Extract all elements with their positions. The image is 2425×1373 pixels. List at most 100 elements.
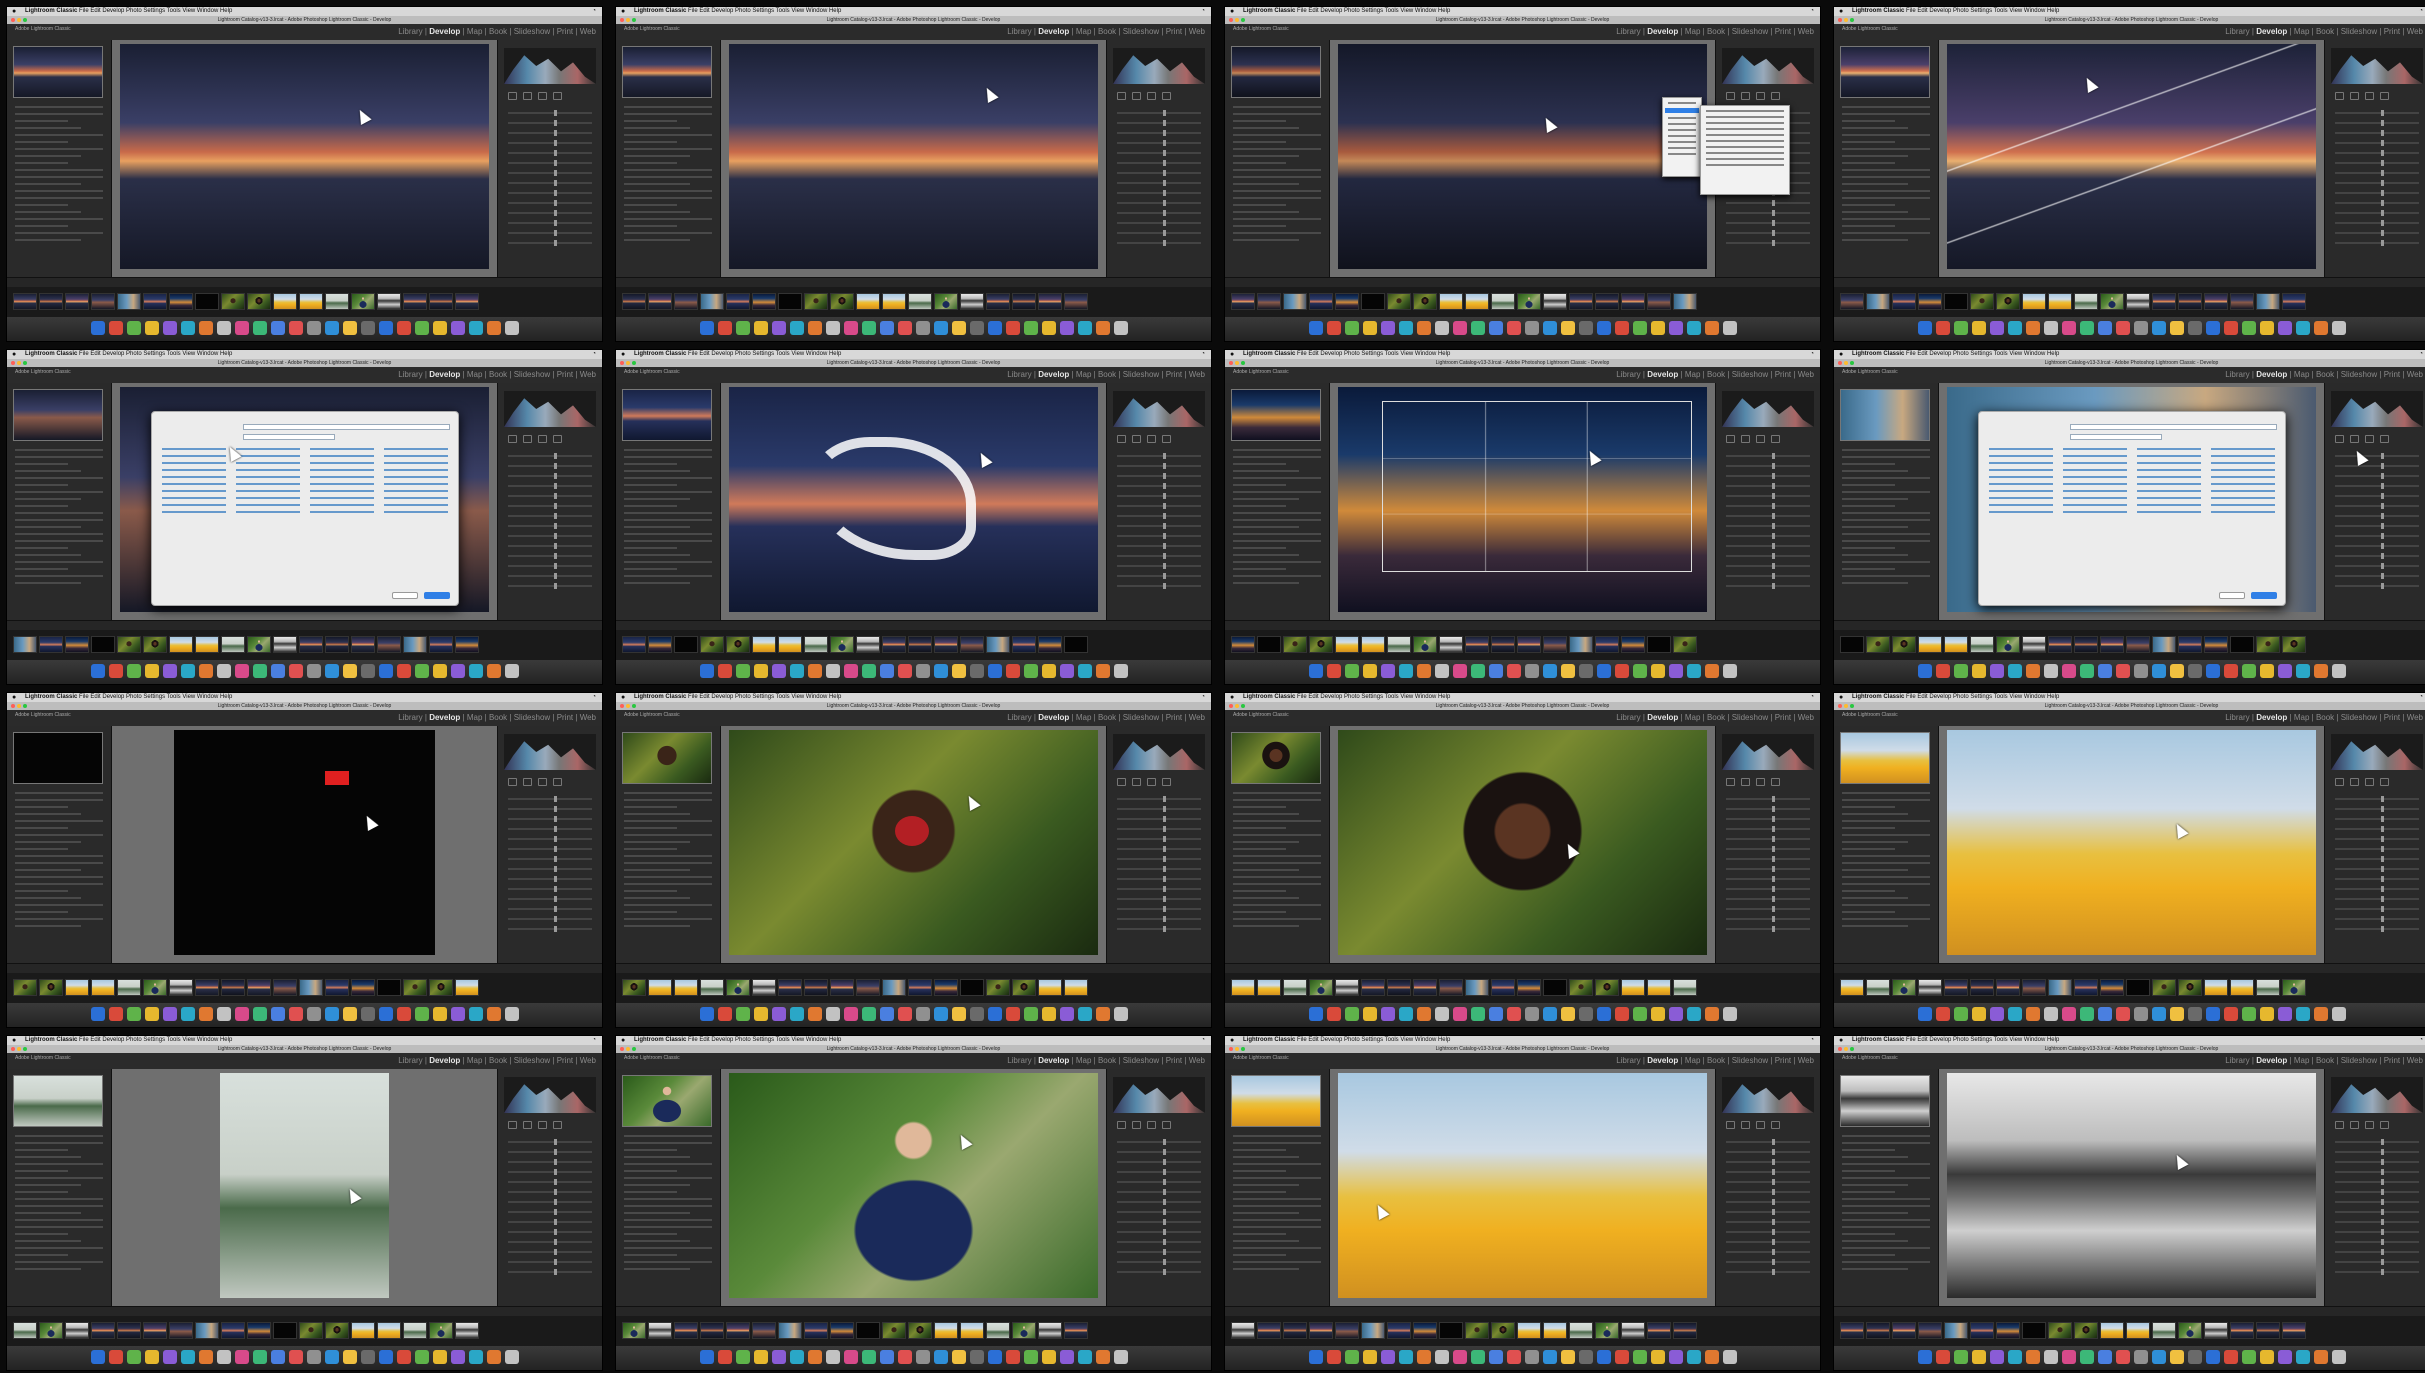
menu-file[interactable]: File bbox=[688, 694, 698, 700]
photo-pier-sunset[interactable] bbox=[120, 44, 489, 269]
dock-app-icon[interactable] bbox=[1542, 664, 1557, 678]
apple-icon[interactable]: ● bbox=[1839, 350, 1843, 359]
menu-file[interactable]: File bbox=[688, 1037, 698, 1043]
filmstrip-thumbnail[interactable] bbox=[1543, 636, 1567, 653]
masking-tool-icon[interactable] bbox=[2380, 1121, 2389, 1129]
menu-help[interactable]: Help bbox=[218, 8, 232, 14]
dock-app-icon[interactable] bbox=[270, 664, 285, 678]
filmstrip-thumbnail[interactable] bbox=[1892, 636, 1916, 653]
redeye-tool-icon[interactable] bbox=[2365, 778, 2374, 786]
menu-settings[interactable]: Settings bbox=[1360, 1037, 1383, 1043]
redeye-tool-icon[interactable] bbox=[2365, 435, 2374, 443]
dock-app-icon[interactable] bbox=[1326, 1350, 1341, 1364]
menu-photo[interactable]: Photo bbox=[733, 1037, 751, 1043]
dock-app-icon[interactable] bbox=[1704, 321, 1719, 335]
navigator-preview[interactable] bbox=[1231, 732, 1321, 784]
dock-app-icon[interactable] bbox=[879, 664, 894, 678]
presets-list[interactable] bbox=[1233, 449, 1321, 589]
module-print[interactable]: Print bbox=[1166, 27, 1182, 36]
dock-app-icon[interactable] bbox=[2295, 664, 2310, 678]
menu-settings[interactable]: Settings bbox=[1969, 694, 1992, 700]
presets-list[interactable] bbox=[624, 449, 712, 589]
module-library[interactable]: Library bbox=[398, 370, 422, 379]
dock-app-icon[interactable] bbox=[360, 321, 375, 335]
navigator-preview[interactable] bbox=[13, 732, 103, 784]
window-controls[interactable] bbox=[1229, 18, 1245, 22]
dock-app-icon[interactable] bbox=[771, 321, 786, 335]
filmstrip-thumbnail[interactable] bbox=[1647, 293, 1671, 310]
mac-dock[interactable] bbox=[616, 1003, 1211, 1027]
dock-app-icon[interactable] bbox=[234, 1350, 249, 1364]
develop-toolbar[interactable] bbox=[7, 620, 602, 630]
dock-app-icon[interactable] bbox=[1935, 1007, 1950, 1021]
filmstrip-thumbnail[interactable] bbox=[1413, 979, 1437, 996]
dock-app-icon[interactable] bbox=[1632, 1350, 1647, 1364]
menu-photo[interactable]: Photo bbox=[124, 351, 142, 357]
module-slideshow[interactable]: Slideshow bbox=[1732, 27, 1768, 36]
develop-toolbar[interactable] bbox=[1834, 963, 2425, 973]
filmstrip-thumbnail[interactable] bbox=[1621, 636, 1645, 653]
dock-app-icon[interactable] bbox=[2313, 1007, 2328, 1021]
masking-tool-icon[interactable] bbox=[553, 435, 562, 443]
menu-settings[interactable]: Settings bbox=[1969, 351, 1992, 357]
menu-develop[interactable]: Develop bbox=[1319, 8, 1342, 14]
window-controls[interactable] bbox=[1838, 361, 1854, 365]
dock-app-icon[interactable] bbox=[915, 1350, 930, 1364]
filmstrip-thumbnail[interactable] bbox=[1918, 636, 1942, 653]
tool-strip[interactable] bbox=[508, 92, 592, 102]
menu-tools[interactable]: Tools bbox=[165, 351, 181, 357]
filmstrip-thumbnail[interactable] bbox=[1673, 636, 1697, 653]
mac-dock[interactable] bbox=[7, 1003, 602, 1027]
dock-app-icon[interactable] bbox=[2115, 664, 2130, 678]
dock-app-icon[interactable] bbox=[2331, 1350, 2346, 1364]
develop-toolbar[interactable] bbox=[616, 963, 1211, 973]
filmstrip-thumbnail[interactable] bbox=[622, 636, 646, 653]
mac-dock[interactable] bbox=[1834, 1003, 2425, 1027]
module-develop[interactable]: Develop bbox=[429, 1056, 460, 1065]
menu-items[interactable]: File Edit Develop Photo Settings Tools V… bbox=[79, 351, 232, 357]
dock-app-icon[interactable] bbox=[2187, 1007, 2202, 1021]
filmstrip-thumbnail[interactable] bbox=[1840, 979, 1864, 996]
crop-tool-icon[interactable] bbox=[1726, 1121, 1735, 1129]
module-map[interactable]: Map bbox=[2294, 1056, 2310, 1065]
dock-app-icon[interactable] bbox=[198, 664, 213, 678]
apple-icon[interactable]: ● bbox=[12, 1036, 16, 1045]
dock-app-icon[interactable] bbox=[180, 1007, 195, 1021]
filmstrip-thumbnail[interactable] bbox=[1283, 293, 1307, 310]
filmstrip-thumbnail[interactable] bbox=[1231, 636, 1255, 653]
dock-app-icon[interactable] bbox=[2331, 1007, 2346, 1021]
dock-app-icon[interactable] bbox=[1380, 321, 1395, 335]
filmstrip-thumbnail[interactable] bbox=[39, 1322, 63, 1339]
dock-app-icon[interactable] bbox=[198, 321, 213, 335]
dock-app-icon[interactable] bbox=[699, 321, 714, 335]
filmstrip-thumbnail[interactable] bbox=[377, 1322, 401, 1339]
filmstrip-thumbnail[interactable] bbox=[39, 636, 63, 653]
masking-tool-icon[interactable] bbox=[1162, 1121, 1171, 1129]
healing-tool-icon[interactable] bbox=[523, 92, 532, 100]
module-develop[interactable]: Develop bbox=[429, 27, 460, 36]
healing-tool-icon[interactable] bbox=[2350, 778, 2359, 786]
filmstrip-thumbnail[interactable] bbox=[674, 636, 698, 653]
dock-app-icon[interactable] bbox=[789, 1350, 804, 1364]
menu-items[interactable]: File Edit Develop Photo Settings Tools V… bbox=[79, 8, 232, 14]
module-web[interactable]: Web bbox=[580, 370, 596, 379]
navigator-preview[interactable] bbox=[622, 389, 712, 441]
dock-app-icon[interactable] bbox=[951, 664, 966, 678]
redeye-tool-icon[interactable] bbox=[2365, 92, 2374, 100]
filmstrip-thumbnail[interactable] bbox=[325, 636, 349, 653]
menu-edit[interactable]: Edit bbox=[1916, 1037, 1927, 1043]
module-slideshow[interactable]: Slideshow bbox=[1732, 1056, 1768, 1065]
filmstrip-thumbnail[interactable] bbox=[299, 636, 323, 653]
filmstrip-thumbnail[interactable] bbox=[778, 636, 802, 653]
filmstrip-thumbnail[interactable] bbox=[1387, 979, 1411, 996]
adjustment-sliders[interactable] bbox=[1117, 796, 1201, 938]
dock-app-icon[interactable] bbox=[1344, 664, 1359, 678]
dock-app-icon[interactable] bbox=[414, 1350, 429, 1364]
filmstrip-thumbnail[interactable] bbox=[429, 979, 453, 996]
filmstrip-thumbnail[interactable] bbox=[2178, 1322, 2202, 1339]
dock-app-icon[interactable] bbox=[1077, 1350, 1092, 1364]
image-canvas[interactable] bbox=[1939, 40, 2324, 277]
filmstrip-thumbnail[interactable] bbox=[1439, 979, 1463, 996]
dock-app-icon[interactable] bbox=[216, 1350, 231, 1364]
dock-app-icon[interactable] bbox=[1542, 1350, 1557, 1364]
